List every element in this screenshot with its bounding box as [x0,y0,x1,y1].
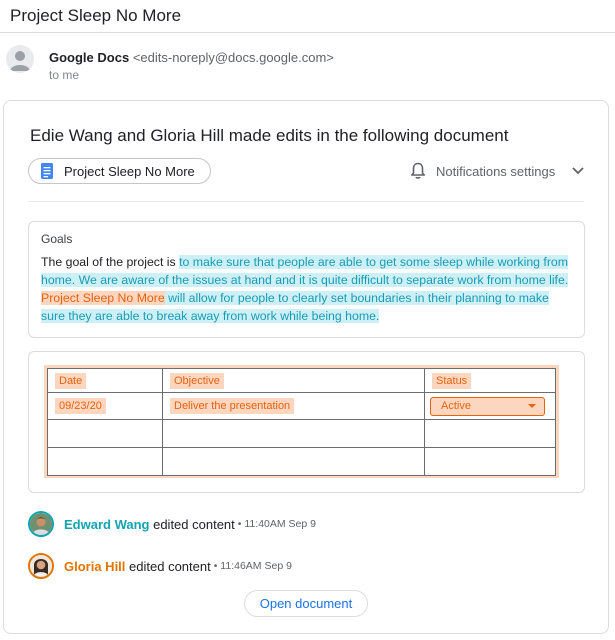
email-subject: Project Sleep No More [10,6,182,25]
table-header-cell: Objective [162,368,425,393]
editor-action: edited content [129,558,211,574]
table-header-row: Date Objective Status [47,368,556,393]
table-cell: Deliver the presentation [162,392,425,420]
table-cell: Active [424,392,556,420]
goals-title: Goals [41,232,73,246]
table-row [47,447,556,476]
status-dropdown[interactable]: Active [430,396,545,416]
table-cell [424,447,556,476]
sender-avatar[interactable] [6,45,34,73]
table-row: 09/23/20 Deliver the presentation Active [47,392,556,420]
editor-name[interactable]: Gloria Hill [64,559,125,574]
editor-activity-gloria: Gloria Hill edited content • 11:46AM Sep … [28,553,292,579]
goals-text-highlight-orange: Project Sleep No More [41,291,165,305]
notifications-settings[interactable]: Notifications settings [410,162,585,180]
header-objective: Objective [170,372,224,389]
caret-down-icon [528,404,536,408]
header-status: Status [432,372,472,389]
table-header-cell: Status [424,368,556,393]
table-header-cell: Date [47,368,163,393]
edit-timestamp: • 11:46AM Sep 9 [213,560,292,572]
sender-name[interactable]: Google Docs [49,50,129,65]
table-cell: 09/23/20 [47,392,163,420]
recipient-label[interactable]: to me [49,68,79,82]
table-cell [47,447,163,476]
goals-text-plain: The goal of the project is [41,255,180,269]
open-document-button[interactable]: Open document [244,590,368,617]
document-chip[interactable]: Project Sleep No More [28,158,211,184]
objectives-table: Date Objective Status 09/23/20 Deliver t… [47,368,556,476]
goals-text: The goal of the project is to make sure … [41,253,576,325]
editor-activity-edward: Edward Wang edited content • 11:40AM Sep … [28,511,316,537]
table-cell [162,419,425,448]
table-cell [424,419,556,448]
avatar[interactable] [28,511,54,537]
editor-name[interactable]: Edward Wang [64,517,149,532]
row-date: 09/23/20 [55,398,106,414]
objectives-table-highlight: Date Objective Status 09/23/20 Deliver t… [44,365,559,478]
table-cell [162,447,425,476]
bell-icon [411,162,425,179]
edit-headline: Edie Wang and Gloria Hill made edits in … [30,126,509,145]
sender-email: <edits-noreply@docs.google.com> [132,50,334,65]
table-cell [47,419,163,448]
card-divider [28,201,584,202]
edit-timestamp: • 11:40AM Sep 9 [237,518,316,530]
row-objective: Deliver the presentation [170,398,295,414]
document-chip-label: Project Sleep No More [64,163,195,179]
person-photo-icon [30,555,52,577]
notifications-settings-label: Notifications settings [436,163,556,179]
header-divider [0,32,615,33]
person-icon [10,51,30,71]
google-docs-icon [41,163,53,179]
person-photo-icon [30,513,52,535]
header-date: Date [55,372,87,389]
sender-line: Google Docs <edits-noreply@docs.google.c… [49,50,334,65]
table-row [47,419,556,448]
avatar[interactable] [28,553,54,579]
status-dropdown-value: Active [441,400,471,412]
editor-action: edited content [153,516,235,532]
chevron-down-icon[interactable] [571,166,585,176]
